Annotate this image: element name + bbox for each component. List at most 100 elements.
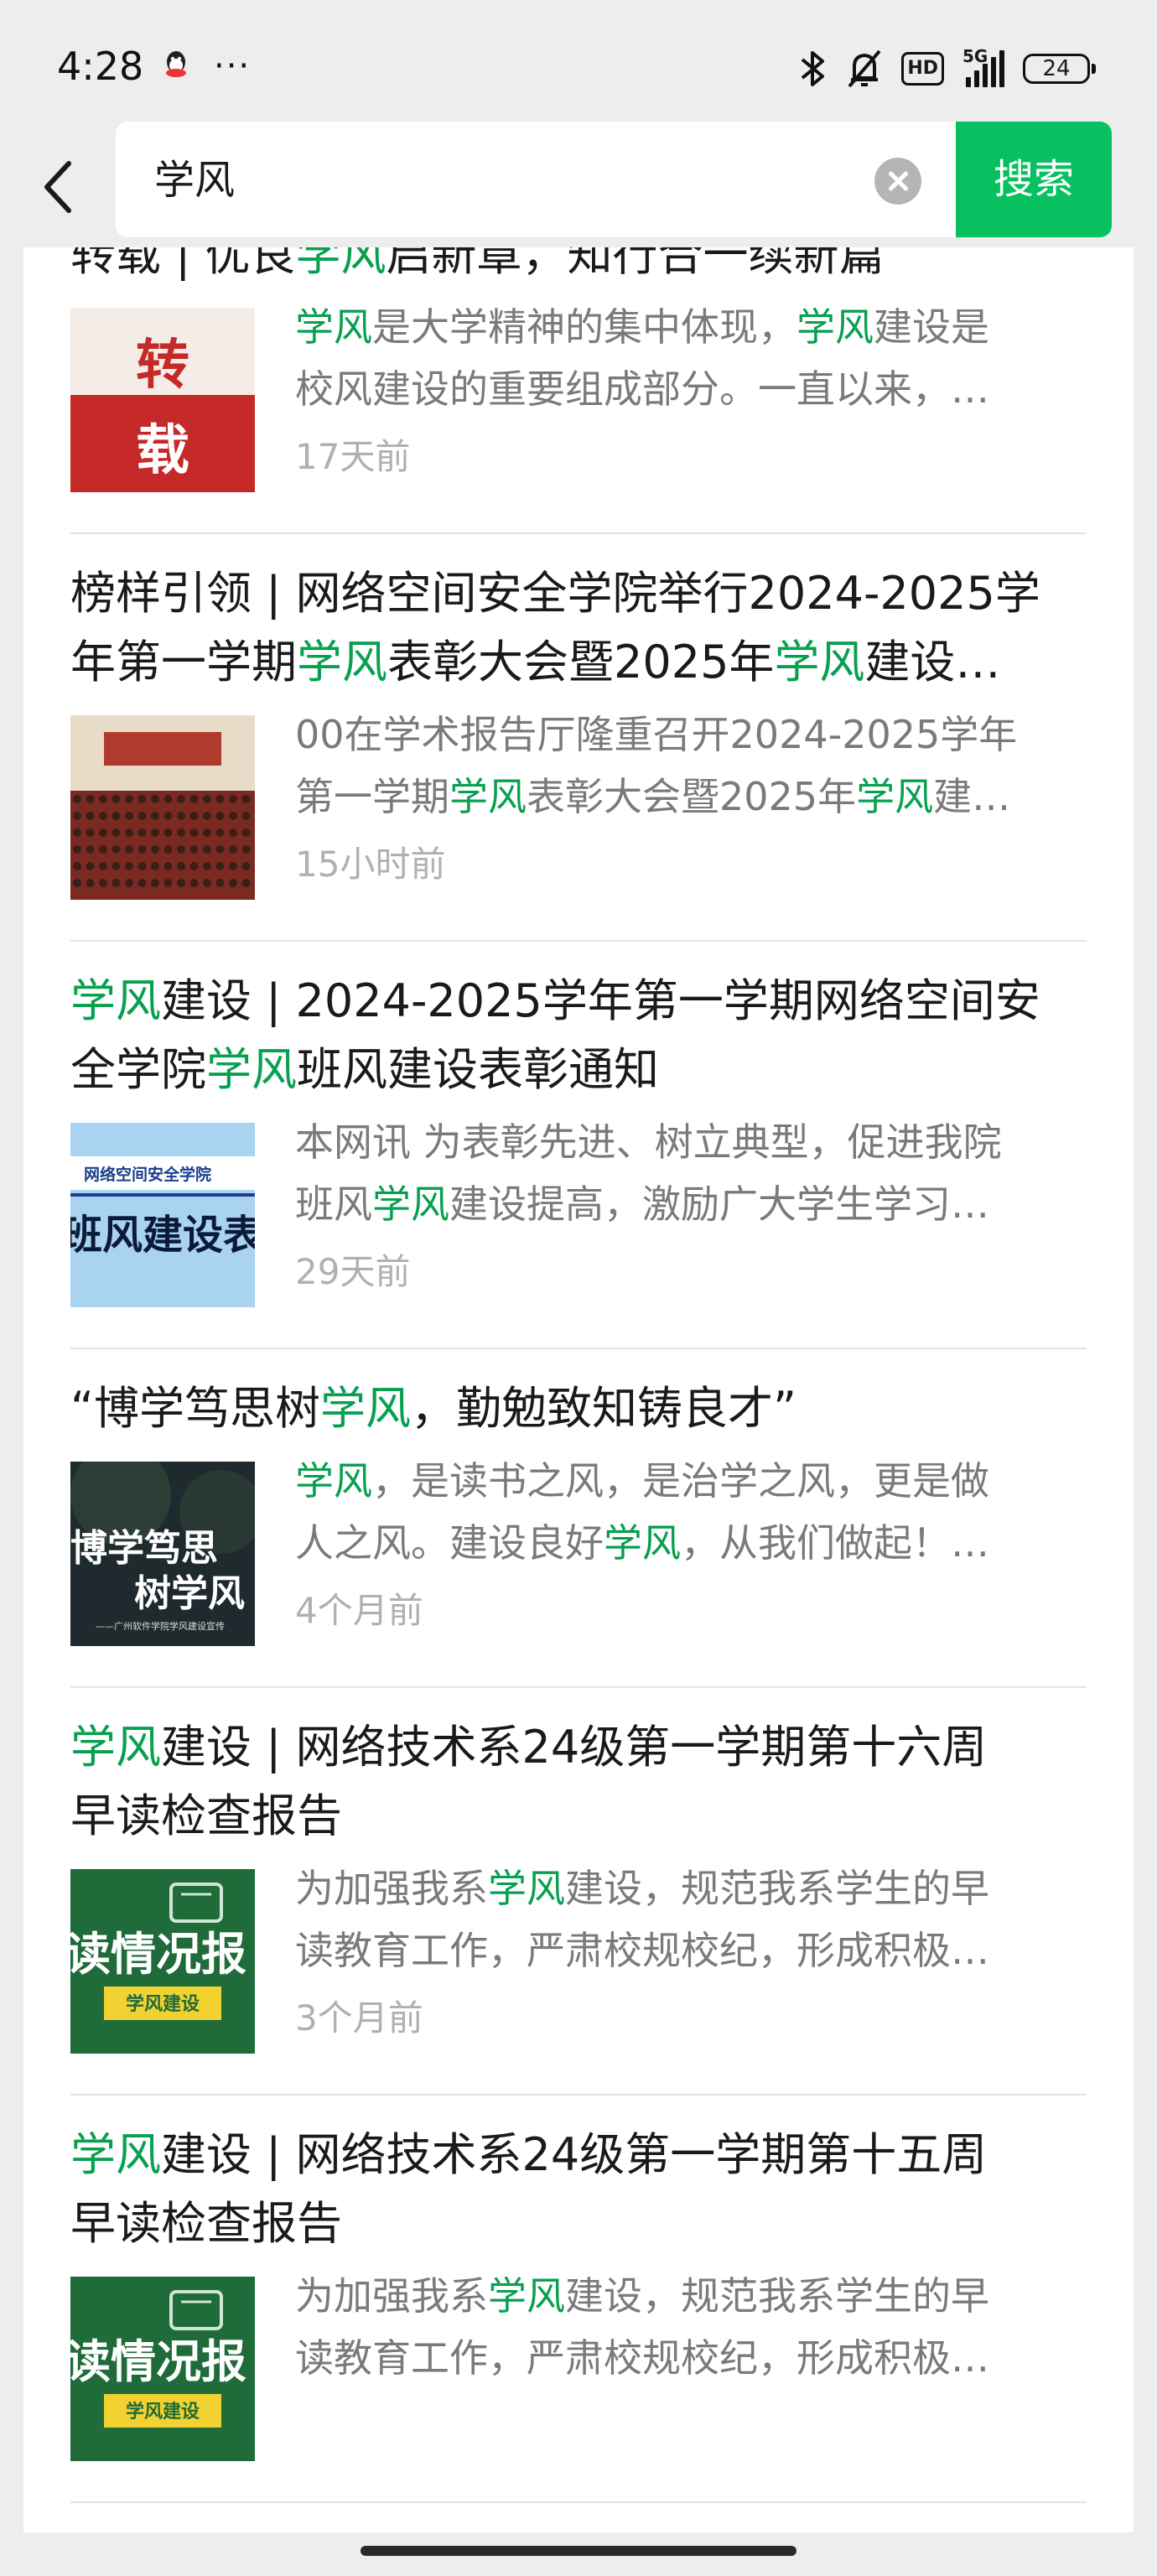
text-segment: 建设，规范我系学生的早 bbox=[565, 1866, 989, 1911]
desc-line: 学风，是读书之风，是治学之风，更是做 bbox=[295, 1450, 1087, 1512]
result-description: 学风，是读书之风，是治学之风，更是做 人之风。建设良好学风，从我们做起！… bbox=[295, 1450, 1087, 1574]
highlight-keyword: 学风 bbox=[856, 774, 934, 819]
highlight-keyword: 学风 bbox=[488, 2273, 565, 2319]
title-line: 转载 | 优良学风启新章，知行合一续新篇 bbox=[70, 247, 1087, 289]
results-list[interactable]: 转载 | 优良学风启新章，知行合一续新篇转载学风是大学精神的集中体现，学风建设是… bbox=[23, 247, 1134, 2532]
text-segment: 为加强我系 bbox=[295, 2273, 488, 2319]
text-segment: “博学笃思树 bbox=[70, 1382, 320, 1435]
thumb-text: 读情况报 bbox=[70, 2335, 246, 2388]
text-segment: 建… bbox=[933, 774, 1011, 819]
result-meta: 00在学术报告厅隆重召开2024-2025学年 第一学期学风表彰大会暨2025年学… bbox=[295, 712, 1087, 900]
search-box bbox=[116, 122, 957, 237]
search-bar: 搜索 bbox=[0, 122, 1157, 247]
text-segment: 年第一学期 bbox=[70, 636, 297, 688]
text-segment: 为加强我系 bbox=[295, 1866, 488, 1911]
home-indicator[interactable] bbox=[361, 2546, 796, 2556]
highlight-keyword: 学风 bbox=[319, 1382, 411, 1435]
result-meta: 为加强我系学风建设，规范我系学生的早 读教育工作，严肃校规校纪，形成积极… 3个月前 bbox=[295, 1866, 1087, 2054]
result-item[interactable]: 学风建设 | 2024-2025学年第一学期网络空间安 全学院学风班风建设表彰通知… bbox=[70, 942, 1087, 1349]
thumb-text: ——广州软件学院学风建设宣传 bbox=[96, 1620, 225, 1632]
desc-line: 为加强我系学风建设，规范我系学生的早 bbox=[295, 1857, 1087, 1919]
result-title: “博学笃思树学风，勤勉致知铸良才” bbox=[70, 1349, 1087, 1443]
text-segment: 班风建设表彰通知 bbox=[297, 1043, 659, 1096]
text-segment: ，从我们做起！… bbox=[681, 1520, 989, 1566]
result-thumbnail: 读情况报学风建设 bbox=[70, 2277, 255, 2461]
title-line: 年第一学期学风表彰大会暨2025年学风建设… bbox=[70, 628, 1087, 697]
battery-level: 24 bbox=[1042, 56, 1071, 81]
result-meta: 学风是大学精神的集中体现，学风建设是 校风建设的重要组成部分。一直以来，… 17天前 bbox=[295, 304, 1087, 492]
text-segment: 榜样引领 | 网络空间安全学院举行2024-2025学 bbox=[70, 567, 1040, 620]
result-item[interactable]: 榜样引领 | 网络空间安全学院举行2024-2025学 年第一学期学风表彰大会暨2… bbox=[70, 534, 1087, 942]
result-title: 学风建设 | 2024-2025学年第一学期网络空间安 全学院学风班风建设表彰通知 bbox=[70, 942, 1087, 1104]
desc-line: 班风学风建设提高，激励广大学生学习… bbox=[295, 1173, 1087, 1235]
text-segment: 建设… bbox=[864, 636, 1001, 688]
title-line: 早读检查报告 bbox=[70, 2189, 1087, 2258]
text-segment: 建设 | 2024-2025学年第一学期网络空间安 bbox=[161, 974, 1040, 1027]
back-arrow-icon[interactable] bbox=[34, 153, 84, 221]
battery-icon: 24 bbox=[1023, 54, 1096, 84]
text-segment: 表彰大会暨2025年 bbox=[387, 636, 775, 688]
result-time: 4个月前 bbox=[295, 1590, 423, 1631]
text-segment: 全学院 bbox=[70, 1043, 206, 1096]
result-thumbnail: 读情况报学风建设 bbox=[70, 1869, 255, 2054]
title-line: 学风建设 | 网络技术系24级第一学期第十五周 bbox=[70, 2121, 1087, 2189]
result-body: 网络空间安全学院班风建设表彰本网讯 为表彰先进、树立典型，促进我院班风学风建设提… bbox=[70, 1119, 1087, 1348]
result-item[interactable]: 学风建设 | 网络技术系24级第一学期第十六周 早读检查报告 读情况报 学风建设 为加强… bbox=[70, 1688, 1087, 2096]
thumb-text: 班风建设表彰 bbox=[70, 1212, 255, 1259]
result-item[interactable]: 转载 | 优良学风启新章，知行合一续新篇转载学风是大学精神的集中体现，学风建设是… bbox=[70, 247, 1087, 534]
text-segment: 人之风。建设良好 bbox=[295, 1520, 604, 1566]
clear-search-icon[interactable] bbox=[874, 158, 921, 205]
result-title: 榜样引领 | 网络空间安全学院举行2024-2025学 年第一学期学风表彰大会暨2… bbox=[70, 534, 1087, 697]
text-segment: ，是读书之风，是治学之风，更是做 bbox=[372, 1458, 989, 1504]
result-thumbnail: 网络空间安全学院班风建设表彰 bbox=[70, 1123, 255, 1307]
text-segment: 是大学精神的集中体现， bbox=[372, 304, 796, 350]
result-thumbnail: 博学笃思 树学风 ——广州软件学院学风建设宣传 bbox=[70, 1462, 255, 1646]
result-body: 读情况报 学风建设 为加强我系学风建设，规范我系学生的早 读教育工作，严肃校规校纪，形… bbox=[70, 2273, 1087, 2501]
text-segment: 早读检查报告 bbox=[70, 1789, 342, 1842]
text-segment: 校风建设的重要组成部分。一直以来，… bbox=[295, 366, 989, 412]
search-button[interactable]: 搜索 bbox=[956, 122, 1112, 237]
thumb-text: 转 bbox=[136, 334, 189, 397]
result-item[interactable]: “博学笃思树学风，勤勉致知铸良才” 博学笃思 树学风 ——广州软件学院学风建设宣传 学风… bbox=[70, 1349, 1087, 1688]
thumb-text: 网络空间安全学院 bbox=[84, 1165, 211, 1184]
result-body: 00在学术报告厅隆重召开2024-2025学年 第一学期学风表彰大会暨2025年学… bbox=[70, 712, 1087, 940]
result-time: 15小时前 bbox=[295, 844, 446, 885]
network-type-label: 5G bbox=[962, 46, 988, 66]
text-segment: 读教育工作，严肃校规校纪，形成积极… bbox=[295, 1928, 989, 1973]
thumb-text: 学风建设 bbox=[126, 1993, 200, 2015]
result-time: 29天前 bbox=[295, 1251, 411, 1292]
more-notifications-icon: ··· bbox=[214, 47, 252, 86]
title-line: 全学院学风班风建设表彰通知 bbox=[70, 1036, 1087, 1104]
text-segment: 00在学术报告厅隆重召开2024-2025学年 bbox=[295, 712, 1018, 757]
highlight-keyword: 学风 bbox=[774, 636, 865, 688]
desc-line: 读教育工作，严肃校规校纪，形成积极… bbox=[295, 1919, 1087, 1981]
thumb-text: 学风建设 bbox=[126, 2401, 200, 2423]
text-segment: 本网讯 为表彰先进、树立典型，促进我院 bbox=[295, 1119, 1002, 1165]
text-segment: ，勤勉致知铸良才” bbox=[410, 1382, 796, 1435]
text-segment: 建设提高，激励广大学生学习… bbox=[449, 1182, 989, 1227]
highlight-keyword: 学风 bbox=[297, 636, 387, 688]
text-segment: 建设 | 网络技术系24级第一学期第十六周 bbox=[161, 1721, 988, 1774]
highlight-keyword: 学风 bbox=[295, 247, 387, 281]
desc-line: 校风建设的重要组成部分。一直以来，… bbox=[295, 358, 1087, 420]
result-time: 17天前 bbox=[295, 436, 411, 477]
mute-bell-icon bbox=[848, 49, 881, 88]
result-title: 学风建设 | 网络技术系24级第一学期第十六周 早读检查报告 bbox=[70, 1688, 1087, 1851]
result-title: 学风建设 | 网络技术系24级第一学期第十五周 早读检查报告 bbox=[70, 2096, 1087, 2258]
thumb-text: 树学风 bbox=[134, 1572, 245, 1615]
desc-line: 学风是大学精神的集中体现，学风建设是 bbox=[295, 296, 1087, 358]
highlight-keyword: 学风 bbox=[70, 2128, 161, 2181]
desc-line: 本网讯 为表彰先进、树立典型，促进我院 bbox=[295, 1111, 1087, 1173]
result-time: 3个月前 bbox=[295, 1997, 423, 2038]
highlight-keyword: 学风 bbox=[449, 774, 527, 819]
search-input[interactable] bbox=[153, 152, 827, 200]
result-item[interactable]: 学风建设 | 网络技术系24级第一学期第十五周 早读检查报告 读情况报 学风建设 为加强… bbox=[70, 2096, 1087, 2503]
thumb-text: 读情况报 bbox=[70, 1928, 246, 1981]
bluetooth-icon bbox=[802, 51, 825, 86]
desc-line: 为加强我系学风建设，规范我系学生的早 bbox=[295, 2265, 1087, 2327]
system-icons: HD 5G 24 bbox=[799, 45, 1096, 92]
text-segment: 转载 | 优良 bbox=[70, 247, 296, 281]
title-line: 早读检查报告 bbox=[70, 1782, 1087, 1851]
desc-line: 00在学术报告厅隆重召开2024-2025学年 bbox=[295, 704, 1087, 766]
thumb-text: 博学笃思 bbox=[70, 1527, 218, 1570]
